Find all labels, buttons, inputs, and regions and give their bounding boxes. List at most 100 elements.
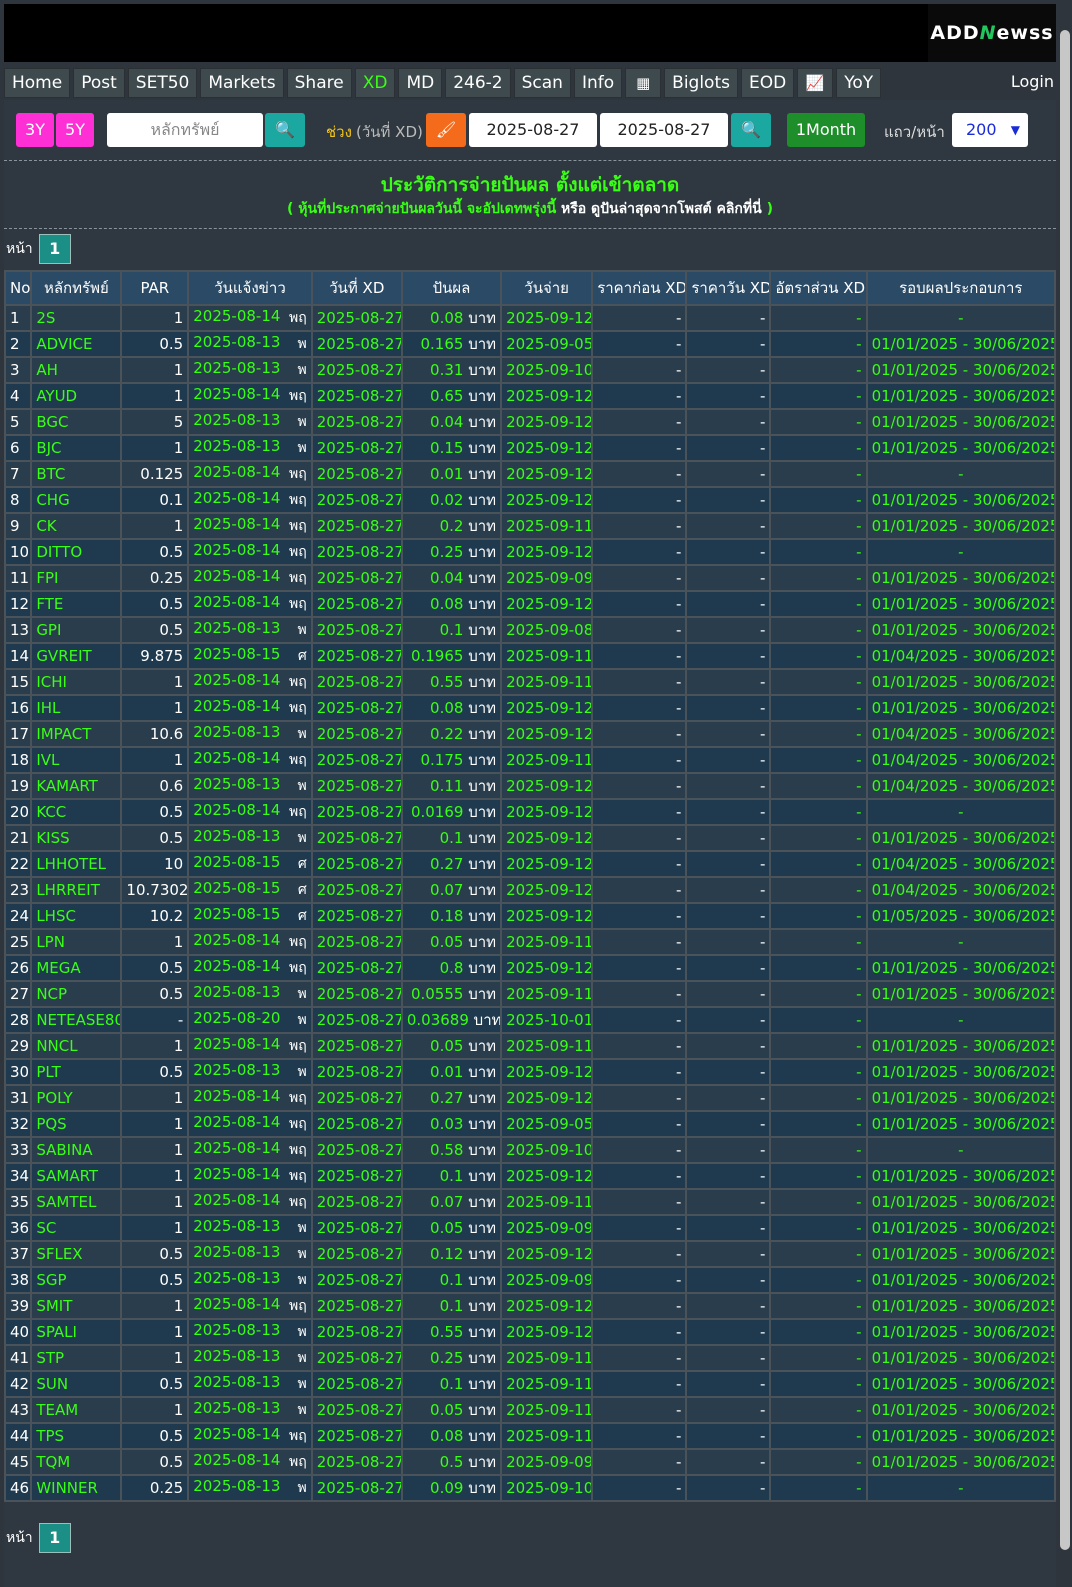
nav-item-3[interactable]: Markets <box>200 68 284 98</box>
symbol-link[interactable]: LHHOTEL <box>30 850 123 878</box>
symbol-link[interactable]: KCC <box>30 798 123 826</box>
symbol-link[interactable]: 2S <box>30 304 123 332</box>
symbol-search-button[interactable]: 🔍 <box>265 113 305 147</box>
clear-dates-button[interactable]: 🖌 <box>426 113 466 147</box>
symbol-link[interactable]: SUN <box>30 1370 123 1398</box>
nav-item-6[interactable]: MD <box>398 68 443 98</box>
symbol-link[interactable]: LHRREIT <box>30 876 123 904</box>
dividend-unit: บาท <box>468 1375 497 1393</box>
brand-logo[interactable]: ADD Newss <box>928 4 1056 62</box>
symbol-link[interactable]: DITTO <box>30 538 123 566</box>
column-header-2[interactable]: PAR <box>120 270 190 306</box>
price-before-xd: - <box>591 434 688 462</box>
symbol-link[interactable]: MEGA <box>30 954 123 982</box>
column-header-7[interactable]: ราคาก่อน XD <box>591 270 688 306</box>
symbol-link[interactable]: KISS <box>30 824 123 852</box>
symbol-link[interactable]: GVREIT <box>30 642 123 670</box>
news-weekday: พ <box>297 1350 307 1366</box>
symbol-link[interactable]: KAMART <box>30 772 123 800</box>
symbol-link[interactable]: NETEASE80 <box>30 1006 123 1034</box>
symbol-link[interactable]: CHG <box>30 486 123 514</box>
symbol-link[interactable]: GPI <box>30 616 123 644</box>
nav-item-8[interactable]: Scan <box>513 68 571 98</box>
symbol-link[interactable]: ICHI <box>30 668 123 696</box>
date-from-input[interactable]: 2025-08-27 <box>469 113 597 147</box>
symbol-link[interactable]: BTC <box>30 460 123 488</box>
nav-item-9[interactable]: Info <box>573 68 623 98</box>
nav-item-1[interactable]: Post <box>73 68 125 98</box>
page-scrollbar[interactable] <box>1060 30 1070 1550</box>
symbol-input[interactable]: หลักทรัพย์ <box>107 113 263 147</box>
symbol-link[interactable]: BJC <box>30 434 123 462</box>
column-header-8[interactable]: ราคาวัน XD <box>685 270 772 306</box>
range-3y-button[interactable]: 3Y <box>16 113 54 147</box>
page-button[interactable]: 1 <box>38 1523 71 1553</box>
column-header-3[interactable]: วันแจ้งข่าว <box>187 270 313 306</box>
symbol-link[interactable]: SC <box>30 1214 123 1242</box>
nav-item-12[interactable]: EOD <box>740 68 795 98</box>
symbol-link[interactable]: SAMART <box>30 1162 123 1190</box>
column-header-10[interactable]: รอบผลประกอบการ <box>865 270 1057 306</box>
rows-per-page-select[interactable]: 200 ▼ <box>952 113 1028 147</box>
column-header-1[interactable]: หลักทรัพย์ <box>30 270 123 306</box>
column-header-4[interactable]: วันที่ XD <box>310 270 403 306</box>
symbol-link[interactable]: FPI <box>30 564 123 592</box>
symbol-link[interactable]: IMPACT <box>30 720 123 748</box>
symbol-link[interactable]: SABINA <box>30 1136 123 1164</box>
symbol-link[interactable]: PLT <box>30 1058 123 1086</box>
symbol-link[interactable]: PQS <box>30 1110 123 1138</box>
dividend-value: 0.25 <box>430 1349 464 1367</box>
symbol-link[interactable]: NCP <box>30 980 123 1008</box>
par-value: 1 <box>120 1318 190 1346</box>
nav-item-7[interactable]: 246-2 <box>445 68 511 98</box>
par-value: 1 <box>120 746 190 774</box>
symbol-link[interactable]: NNCL <box>30 1032 123 1060</box>
symbol-link[interactable]: IHL <box>30 694 123 722</box>
nav-item-5[interactable]: XD <box>354 68 396 98</box>
page-button[interactable]: 1 <box>38 234 71 264</box>
symbol-link[interactable]: FTE <box>30 590 123 618</box>
symbol-link[interactable]: BGC <box>30 408 123 436</box>
range-5y-button[interactable]: 5Y <box>56 113 94 147</box>
dividend-unit: บาท <box>468 1349 497 1367</box>
symbol-link[interactable]: POLY <box>30 1084 123 1112</box>
symbol-link[interactable]: SMIT <box>30 1292 123 1320</box>
symbol-link[interactable]: STP <box>30 1344 123 1372</box>
symbol-link[interactable]: ADVICE <box>30 330 123 358</box>
column-header-6[interactable]: วันจ่าย <box>500 270 594 306</box>
column-header-5[interactable]: ปันผล <box>400 270 503 306</box>
symbol-link[interactable]: TQM <box>30 1448 123 1476</box>
date-to-input[interactable]: 2025-08-27 <box>600 113 728 147</box>
symbol-link[interactable]: TPS <box>30 1422 123 1450</box>
nav-item-4[interactable]: Share <box>286 68 352 98</box>
symbol-link[interactable]: SFLEX <box>30 1240 123 1268</box>
subtitle-link[interactable]: หรือ ดูปันล่าสุดจากโพสต์ คลิกที่นี่ <box>561 201 762 217</box>
symbol-link[interactable]: TEAM <box>30 1396 123 1424</box>
pay-date: 2025-09-12 <box>500 538 594 566</box>
column-header-9[interactable]: อัตราส่วน XD <box>769 270 868 306</box>
nav-item-13[interactable]: 📈 <box>797 68 834 98</box>
date-search-button[interactable]: 🔍 <box>731 113 771 147</box>
symbol-link[interactable]: WINNER <box>30 1474 123 1502</box>
symbol-link[interactable]: CK <box>30 512 123 540</box>
nav-item-14[interactable]: YoY <box>836 68 882 98</box>
dividend-unit: บาท <box>468 751 497 769</box>
symbol-link[interactable]: LPN <box>30 928 123 956</box>
symbol-link[interactable]: LHSC <box>30 902 123 930</box>
symbol-link[interactable]: SAMTEL <box>30 1188 123 1216</box>
symbol-link[interactable]: AH <box>30 356 123 384</box>
symbol-link[interactable]: SGP <box>30 1266 123 1294</box>
column-header-0[interactable]: No <box>3 270 33 306</box>
one-month-button[interactable]: 1Month <box>787 113 865 147</box>
nav-item-11[interactable]: Biglots <box>664 68 738 98</box>
symbol-link[interactable]: AYUD <box>30 382 123 410</box>
nav-item-2[interactable]: SET50 <box>127 68 198 98</box>
login-link[interactable]: Login <box>1011 72 1054 91</box>
symbol-link[interactable]: SPALI <box>30 1318 123 1346</box>
par-value: 0.5 <box>120 330 190 358</box>
nav-item-10[interactable]: ▦ <box>625 68 662 98</box>
dividend-unit: บาท <box>468 595 497 613</box>
symbol-link[interactable]: IVL <box>30 746 123 774</box>
price-before-xd: - <box>591 304 688 332</box>
nav-item-0[interactable]: Home <box>4 68 71 98</box>
